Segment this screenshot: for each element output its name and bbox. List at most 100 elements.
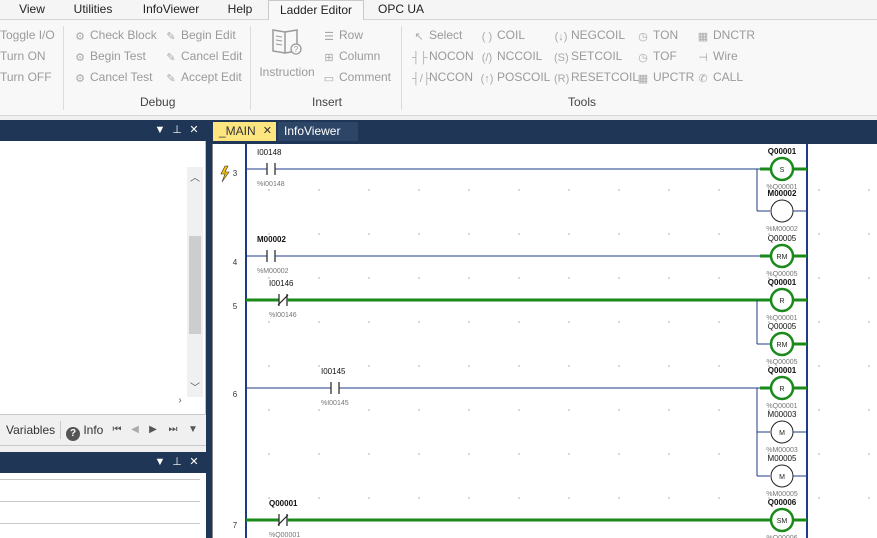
upctr-tool-button[interactable]: ▦ UPCTR <box>636 68 695 87</box>
grid-dot <box>618 321 620 323</box>
dnctr-tool-button[interactable]: ▦ DNCTR <box>696 26 755 45</box>
dropdown-icon[interactable]: ▼ <box>154 455 166 469</box>
row-divider <box>0 523 200 524</box>
dropdown-icon[interactable]: ▼ <box>154 123 166 137</box>
insert-group-label: Insert <box>312 95 343 109</box>
close-icon[interactable]: ✕ <box>188 123 200 137</box>
call-tool-button[interactable]: ✆ CALL <box>696 68 743 87</box>
ton-tool-button[interactable]: ◷ TON <box>636 26 678 45</box>
close-icon[interactable]: ✕ <box>263 122 272 140</box>
poscoil-tool-button[interactable]: (↑) POSCOIL <box>480 68 551 87</box>
cancel-test-button[interactable]: ⚙ Cancel Test <box>73 68 152 87</box>
resetcoil-tool-button[interactable]: (R) RESETCOIL <box>554 68 639 87</box>
grid-dot <box>368 453 370 455</box>
reset-coil-icon: (R) <box>554 73 570 85</box>
ladder-diagram[interactable]: 3 4 5 6 7 I00148 %I00148 M00002 %M00002 I00146 %I0… <box>213 144 877 538</box>
tab-prev-icon[interactable]: ◀ <box>128 424 142 435</box>
grid-dot <box>418 277 420 279</box>
accept-edit-button[interactable]: ✎ Accept Edit <box>164 68 241 87</box>
tab-main[interactable]: _MAIN ✕ <box>213 122 276 141</box>
grid-dot <box>418 321 420 323</box>
grid-dot <box>268 409 270 411</box>
grid-dot <box>818 233 820 235</box>
nc-coil-icon: (/) <box>481 52 493 64</box>
grid-dot <box>518 189 520 191</box>
tab-next-icon[interactable]: ▶ <box>146 424 160 435</box>
grid-dot <box>868 365 870 367</box>
grid-dot <box>818 453 820 455</box>
turn-off-button[interactable]: Turn OFF <box>0 68 52 87</box>
menu-opc-ua[interactable]: OPC UA <box>368 0 434 20</box>
tab-divider <box>60 421 61 439</box>
setcoil-tool-button[interactable]: (S) SETCOIL <box>554 47 622 66</box>
grid-dot <box>568 277 570 279</box>
tab-list-icon[interactable]: ▼ <box>186 424 200 435</box>
pin-icon[interactable]: ⊥ <box>171 123 183 137</box>
menu-help[interactable]: Help <box>216 0 264 20</box>
wire-tool-button[interactable]: ⊣ Wire <box>696 47 737 66</box>
close-icon[interactable]: ✕ <box>188 455 200 469</box>
begin-test-button[interactable]: ⚙ Begin Test <box>73 47 146 66</box>
grid-dot <box>318 365 320 367</box>
scrollbar-thumb[interactable] <box>189 236 201 334</box>
pencil-icon: ✎ <box>166 31 176 43</box>
grid-dot <box>468 365 470 367</box>
toggle-io-button[interactable]: Toggle I/O <box>0 26 55 45</box>
scroll-right-icon[interactable]: › <box>173 395 187 406</box>
check-block-button[interactable]: ⚙ Check Block <box>73 26 157 45</box>
grid-dot <box>818 497 820 499</box>
grid-dot <box>568 321 570 323</box>
tab-variables[interactable]: Variables <box>6 423 55 437</box>
nocon-tool-button[interactable]: ┤├NOCON <box>412 47 474 66</box>
tools-group-label: Tools <box>568 95 597 109</box>
menu-infoviewer[interactable]: InfoViewer <box>132 0 210 20</box>
instruction-button[interactable]: ? Instruction <box>257 26 317 79</box>
nccon-tool-button[interactable]: ┤/├NCCON <box>412 68 473 87</box>
turn-on-button[interactable]: Turn ON <box>0 47 46 66</box>
grid-dot <box>318 497 320 499</box>
tab-infoviewer[interactable]: InfoViewer <box>278 122 358 141</box>
grid-dot <box>818 277 820 279</box>
coil-label: RM <box>777 342 788 349</box>
scroll-up-icon[interactable]: ︿ <box>188 169 202 184</box>
left-panel-2-title-bar: ▼ ⊥ ✕ <box>0 452 206 473</box>
ladder-canvas[interactable]: 3 4 5 6 7 I00148 %I00148 M00002 %M00002 I00146 %I0… <box>212 144 877 538</box>
insert-column-button[interactable]: ⊞ Column <box>322 47 380 66</box>
grid-dot <box>568 497 570 499</box>
tab-last-icon[interactable]: ⏭ <box>166 424 180 435</box>
insert-comment-button[interactable]: ▭ Comment <box>322 68 391 87</box>
pin-icon[interactable]: ⊥ <box>171 455 183 469</box>
contact-address: %I00148 <box>257 181 285 188</box>
help-icon: ? <box>66 427 80 441</box>
coil-name: Q00005 <box>768 322 797 331</box>
menu-view[interactable]: View <box>8 0 56 20</box>
menu-ladder-editor[interactable]: Ladder Editor <box>268 0 364 21</box>
grid-dot <box>518 453 520 455</box>
editor-tab-strip: _MAIN ✕ InfoViewer <box>206 120 877 144</box>
grid-dot <box>268 189 270 191</box>
grid-dot <box>318 233 320 235</box>
grid-dot <box>368 365 370 367</box>
cancel-edit-button[interactable]: ✎ Cancel Edit <box>164 47 242 66</box>
contact-address: %I00146 <box>269 312 297 319</box>
grid-dot <box>868 409 870 411</box>
left-panel-body: ︿ ﹀ › <box>0 141 206 414</box>
begin-edit-button[interactable]: ✎ Begin Edit <box>164 26 235 45</box>
contact-address: %I00145 <box>321 400 349 407</box>
insert-row-button[interactable]: ☰ Row <box>322 26 363 45</box>
menu-utilities[interactable]: Utilities <box>60 0 126 20</box>
pos-coil-icon: (↑) <box>480 73 494 85</box>
vertical-scrollbar[interactable]: ︿ ﹀ <box>187 167 203 397</box>
select-tool-button[interactable]: ↖ Select <box>412 26 462 45</box>
tof-tool-button[interactable]: ◷ TOF <box>636 47 677 66</box>
rung-number: 5 <box>233 302 238 311</box>
negcoil-tool-button[interactable]: (↓) NEGCOIL <box>554 26 625 45</box>
grid-dot <box>468 321 470 323</box>
tab-first-icon[interactable]: ⏮ <box>110 424 124 435</box>
scroll-down-icon[interactable]: ﹀ <box>188 379 202 394</box>
tab-info[interactable]: ? Info <box>66 423 103 441</box>
nccoil-tool-button[interactable]: (/) NCCOIL <box>480 47 543 66</box>
coil-tool-button[interactable]: ( ) COIL <box>480 26 525 45</box>
grid-dot <box>718 365 720 367</box>
coil-address: %Q00001 <box>766 403 797 410</box>
